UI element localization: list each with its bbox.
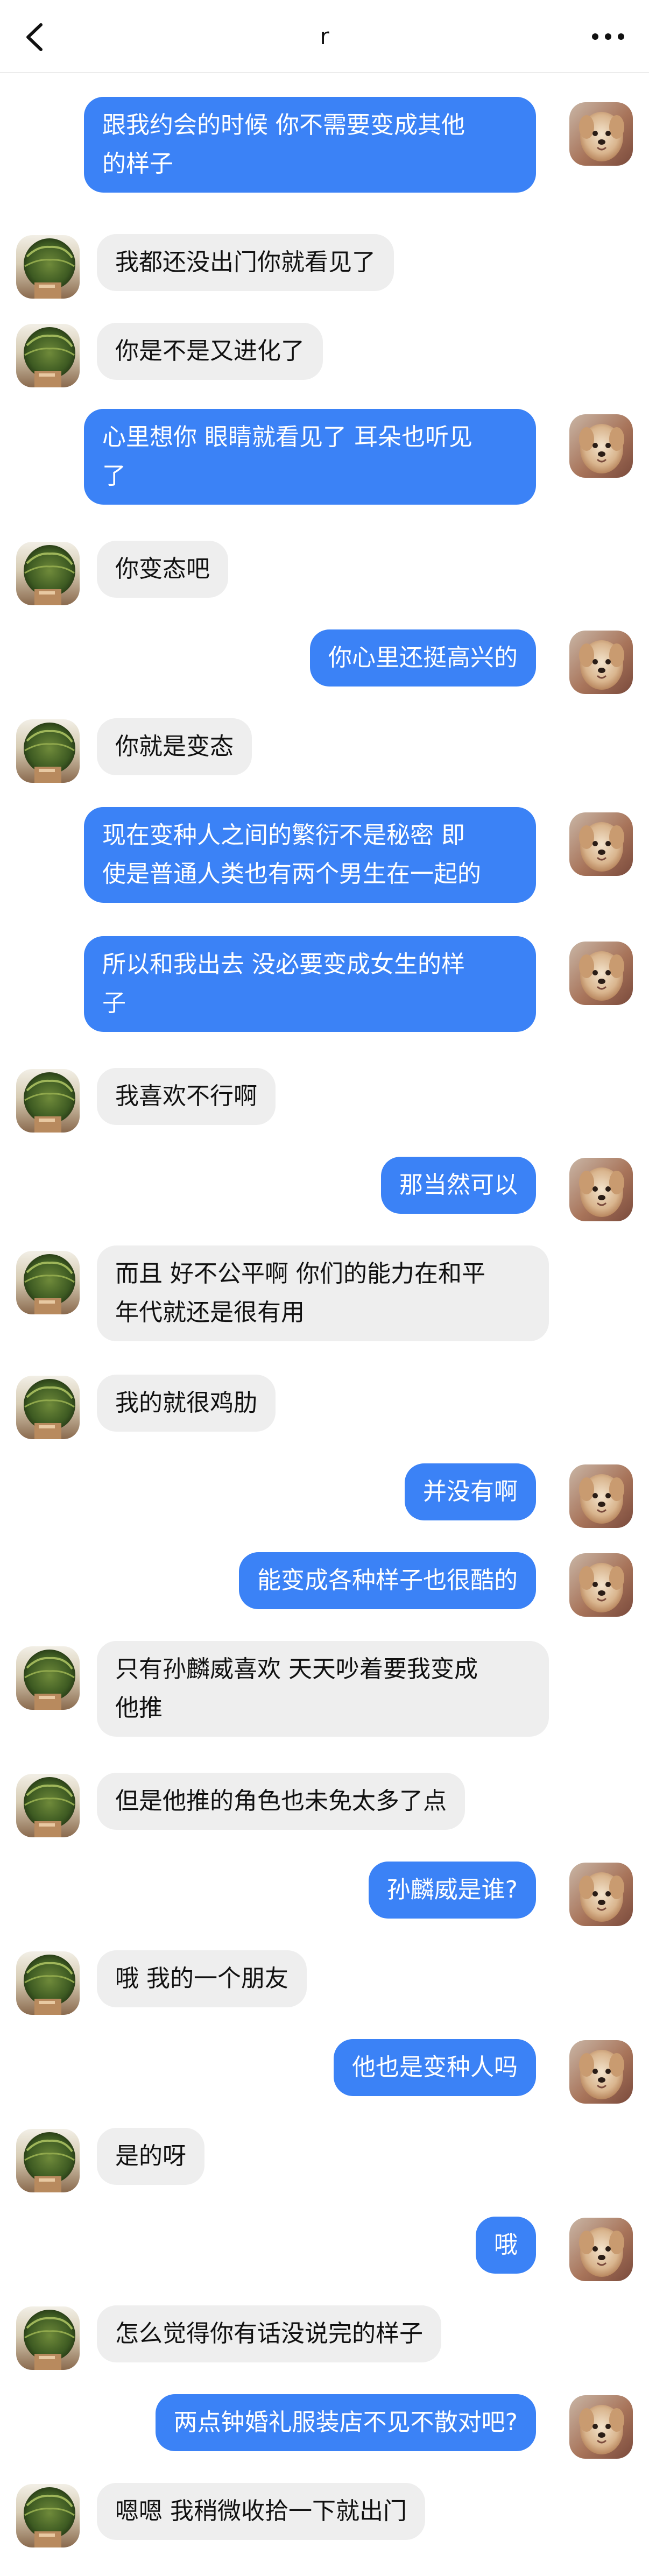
my-avatar[interactable] [569, 1158, 633, 1221]
message-text-line: 了 [102, 462, 126, 490]
message-bubble[interactable]: 并没有啊 [405, 1463, 536, 1520]
contact-avatar[interactable] [16, 542, 80, 605]
message-bubble[interactable]: 但是他推的角色也未免太多了点 [97, 1773, 465, 1830]
message-bubble[interactable]: 我喜欢不行啊 [97, 1068, 276, 1125]
message-text-line: 而且 好不公平啊 你们的能力在和平 [115, 1260, 485, 1287]
message-text-line: 是的呀 [115, 2142, 186, 2170]
my-avatar[interactable] [569, 102, 633, 166]
more-horizontal-icon [587, 33, 630, 55]
message-bubble[interactable]: 你就是变态 [97, 718, 252, 775]
my-avatar[interactable] [569, 1863, 633, 1926]
message-text-line: 我都还没出门你就看见了 [115, 249, 376, 276]
contact-avatar[interactable] [16, 1069, 80, 1133]
contact-avatar[interactable] [16, 1774, 80, 1837]
message-text-line: 我的就很鸡肋 [115, 1389, 257, 1417]
contact-avatar[interactable] [16, 2129, 80, 2192]
message-bubble[interactable]: 心里想你 眼睛就看见了 耳朵也听见了 [84, 409, 536, 505]
my-avatar[interactable] [569, 812, 633, 876]
message-bubble[interactable]: 哦 [476, 2217, 536, 2274]
chat-header: r [0, 0, 649, 73]
message-bubble[interactable]: 哦 我的一个朋友 [97, 1950, 307, 2007]
message-bubble[interactable]: 你心里还挺高兴的 [310, 629, 536, 687]
message-text-line: 年代就还是很有用 [115, 1299, 305, 1326]
message-bubble[interactable]: 现在变种人之间的繁衍不是秘密 即使是普通人类也有两个男生在一起的 [84, 807, 536, 903]
my-avatar[interactable] [569, 2218, 633, 2281]
my-avatar[interactable] [569, 1464, 633, 1528]
contact-avatar[interactable] [16, 2484, 80, 2547]
message-text-line: 只有孙麟威喜欢 天天吵着要我变成 [115, 1655, 478, 1683]
message-bubble[interactable]: 而且 好不公平啊 你们的能力在和平 年代就还是很有用 [97, 1245, 549, 1341]
message-text-line: 的样子 [102, 150, 173, 178]
message-text-line: 怎么觉得你有话没说完的样子 [115, 2320, 423, 2347]
contact-avatar[interactable] [16, 1646, 80, 1710]
message-bubble[interactable]: 我的就很鸡肋 [97, 1375, 276, 1432]
message-bubble[interactable]: 嗯嗯 我稍微收拾一下就出门 [97, 2483, 425, 2540]
contact-avatar[interactable] [16, 2306, 80, 2370]
message-bubble[interactable]: 你是不是又进化了 [97, 323, 323, 380]
chat-screen: r 跟我约会的时候 你不需要变成其他 的样子 我都还没出门你就看见了 你是不是又进… [0, 0, 649, 2576]
message-text-line: 你变态吧 [115, 555, 210, 583]
message-text-line: 嗯嗯 我稍微收拾一下就出门 [115, 2497, 407, 2525]
my-avatar[interactable] [569, 942, 633, 1005]
contact-avatar[interactable] [16, 1251, 80, 1314]
message-bubble[interactable]: 他也是变种人吗 [334, 2039, 536, 2096]
message-text-line: 所以和我出去 没必要变成女生的样 [102, 951, 465, 978]
my-avatar[interactable] [569, 631, 633, 694]
message-bubble[interactable]: 是的呀 [97, 2128, 204, 2185]
message-text-line: 孙麟威是谁? [386, 1876, 518, 1903]
contact-avatar[interactable] [16, 1376, 80, 1439]
message-text-line: 两点钟婚礼服装店不见不散对吧? [173, 2409, 518, 2436]
message-bubble[interactable]: 我都还没出门你就看见了 [97, 234, 394, 291]
message-text-line: 子 [102, 989, 126, 1017]
message-text-line: 哦 我的一个朋友 [115, 1965, 288, 1992]
message-text-line: 你心里还挺高兴的 [328, 644, 518, 671]
message-bubble[interactable]: 能变成各种样子也很酷的 [239, 1552, 536, 1609]
message-text-line: 那当然可以 [399, 1171, 518, 1199]
message-bubble[interactable]: 所以和我出去 没必要变成女生的样子 [84, 936, 536, 1032]
message-text-line: 他推 [115, 1694, 163, 1722]
message-text-line: 哦 [494, 2231, 518, 2259]
message-bubble[interactable]: 你变态吧 [97, 541, 228, 598]
chat-title: r [320, 23, 329, 49]
contact-avatar[interactable] [16, 235, 80, 299]
message-bubble[interactable]: 那当然可以 [381, 1157, 536, 1214]
message-text-line: 但是他推的角色也未免太多了点 [115, 1787, 447, 1815]
message-text-line: 并没有啊 [423, 1478, 518, 1505]
my-avatar[interactable] [569, 2395, 633, 2459]
more-options-button[interactable] [587, 20, 630, 53]
message-bubble[interactable]: 怎么觉得你有话没说完的样子 [97, 2305, 441, 2362]
message-text-line: 能变成各种样子也很酷的 [257, 1567, 518, 1594]
message-text-line: 心里想你 眼睛就看见了 耳朵也听见 [102, 423, 472, 451]
message-bubble[interactable]: 孙麟威是谁? [368, 1862, 536, 1919]
my-avatar[interactable] [569, 2040, 633, 2104]
message-bubble[interactable]: 两点钟婚礼服装店不见不散对吧? [155, 2394, 536, 2451]
my-avatar[interactable] [569, 414, 633, 478]
message-text-line: 我喜欢不行啊 [115, 1082, 257, 1110]
message-bubble[interactable]: 只有孙麟威喜欢 天天吵着要我变成 他推 [97, 1641, 549, 1737]
message-bubble[interactable]: 跟我约会的时候 你不需要变成其他 的样子 [84, 97, 536, 193]
message-text-line: 使是普通人类也有两个男生在一起的 [102, 860, 481, 888]
message-text-line: 他也是变种人吗 [352, 2054, 518, 2081]
message-text-line: 你是不是又进化了 [115, 337, 305, 365]
message-text-line: 现在变种人之间的繁衍不是秘密 即 [102, 822, 465, 849]
contact-avatar[interactable] [16, 324, 80, 387]
message-text-line: 跟我约会的时候 你不需要变成其他 [102, 111, 465, 139]
my-avatar[interactable] [569, 1553, 633, 1617]
contact-avatar[interactable] [16, 719, 80, 783]
contact-avatar[interactable] [16, 1951, 80, 2015]
message-text-line: 你就是变态 [115, 733, 234, 760]
